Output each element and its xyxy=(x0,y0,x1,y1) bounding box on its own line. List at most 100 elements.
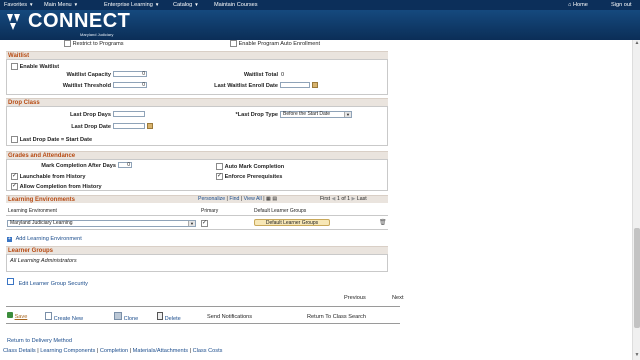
enforce-prereq-checkbox[interactable] xyxy=(216,172,223,180)
clone-icon xyxy=(114,312,122,320)
footer-tab-links: Class Details | Learning Components | Co… xyxy=(3,348,223,354)
last-drop-date-input[interactable] xyxy=(113,123,145,129)
class-costs-link[interactable]: Class Costs xyxy=(193,348,223,354)
restrict-programs-checkbox[interactable] xyxy=(64,40,71,47)
learner-groups-section-title: Learner Groups xyxy=(6,246,388,254)
save-button[interactable]: Save xyxy=(7,312,27,320)
nav-enterprise-learning[interactable]: Enterprise Learning ▼ xyxy=(104,0,159,10)
delete-label: Delete xyxy=(164,316,181,322)
primary-checkbox-cell xyxy=(201,219,208,227)
allow-completion-label: Allow Completion from History xyxy=(19,183,102,190)
create-new-label: Create New xyxy=(53,316,84,322)
waitlist-threshold-input[interactable]: 0 xyxy=(113,82,147,88)
calendar-icon[interactable] xyxy=(147,123,153,129)
mark-completion-after-input[interactable]: 0 xyxy=(118,162,132,168)
pager-count: 1 of 1 xyxy=(337,196,350,202)
next-arrow-icon[interactable]: ▶ xyxy=(351,196,355,202)
chevron-down-icon: ▼ xyxy=(344,112,351,117)
new-document-icon xyxy=(45,312,52,320)
delete-row-icon[interactable]: 🗑 xyxy=(379,219,387,226)
waitlist-capacity-label: Waitlist Capacity xyxy=(66,72,111,78)
last-drop-days-label: Last Drop Days xyxy=(69,112,111,118)
grid-icon[interactable]: ▦ xyxy=(266,196,271,202)
send-notifications-button[interactable]: Send Notifications xyxy=(207,314,252,320)
chevron-down-icon: ▼ xyxy=(194,2,199,7)
previous-link[interactable]: Previous xyxy=(344,295,366,301)
launchable-label: Launchable from History xyxy=(19,173,86,180)
nav-catalog[interactable]: Catalog ▼ xyxy=(173,0,199,10)
allow-completion-checkbox[interactable] xyxy=(11,182,18,190)
sign-out-link[interactable]: Sign out xyxy=(611,0,632,10)
last-waitlist-enroll-date-input[interactable] xyxy=(280,82,310,88)
enable-waitlist-label: Enable Waitlist xyxy=(19,63,60,70)
last-drop-type-select[interactable]: Before the Start Date ▼ xyxy=(280,111,352,118)
first-link[interactable]: First xyxy=(320,196,330,202)
auto-enroll-row: Enable Program Auto Enrollment xyxy=(230,40,320,47)
add-learning-env-row[interactable]: + Add Learning Environment xyxy=(7,236,82,242)
scrollbar-thumb[interactable] xyxy=(634,228,640,328)
view-all-link[interactable]: View All xyxy=(244,196,262,202)
nav-main-menu[interactable]: Main Menu ▼ xyxy=(44,0,78,10)
materials-attachments-link[interactable]: Materials/Attachments xyxy=(133,348,188,354)
primary-checkbox[interactable] xyxy=(201,219,208,227)
chevron-down-icon: ▼ xyxy=(29,2,34,7)
waitlist-section-title: Waitlist xyxy=(6,51,388,59)
return-delivery-link[interactable]: Return to Delivery Method xyxy=(7,338,72,344)
clone-button[interactable]: Clone xyxy=(114,312,138,322)
default-learner-groups-button[interactable]: Default Learner Groups xyxy=(254,219,330,226)
home-link[interactable]: ⌂ Home xyxy=(568,0,588,10)
enable-waitlist-checkbox[interactable] xyxy=(11,63,18,70)
scroll-down-icon[interactable]: ▼ xyxy=(634,352,640,358)
waitlist-total-label: Waitlist Total xyxy=(243,72,278,78)
nav-main-menu-label: Main Menu xyxy=(44,2,72,8)
personalize-link[interactable]: Personalize xyxy=(198,196,225,202)
nav-favorites-label: Favorites xyxy=(4,2,28,8)
next-link[interactable]: Next xyxy=(392,295,404,301)
download-icon[interactable]: ▤ xyxy=(272,196,277,202)
nav-favorites[interactable]: Favorites ▼ xyxy=(4,0,33,10)
nav-maintain-courses[interactable]: Maintain Courses xyxy=(214,0,258,10)
completion-link[interactable]: Completion xyxy=(100,348,128,354)
find-link[interactable]: Find xyxy=(229,196,239,202)
learning-env-value: Maryland Judiciary Learning xyxy=(10,220,73,226)
col-header-groups: Default Learner Groups xyxy=(254,208,307,214)
learning-env-pager: First ◀ 1 of 1 ▶ Last xyxy=(320,196,367,202)
class-details-link[interactable]: Class Details xyxy=(3,348,36,354)
return-to-search-button[interactable]: Return To Class Search xyxy=(307,314,366,320)
delete-button[interactable]: Delete xyxy=(157,312,181,322)
add-learning-env-link[interactable]: Add Learning Environment xyxy=(16,236,82,242)
drop-equal-start-checkbox[interactable] xyxy=(11,136,18,143)
logo-text: CONNECT xyxy=(28,10,131,32)
action-divider-top xyxy=(6,306,400,307)
learning-components-link[interactable]: Learning Components xyxy=(40,348,95,354)
waitlist-capacity-input[interactable]: 0 xyxy=(113,71,147,77)
clone-label: Clone xyxy=(123,316,139,322)
last-link[interactable]: Last xyxy=(357,196,367,202)
edit-icon xyxy=(7,278,14,285)
drop-equal-start-row: Last Drop Date = Start Date xyxy=(11,136,92,143)
enforce-prereq-label: Enforce Prerequisites xyxy=(224,173,283,180)
learning-env-select[interactable]: Maryland Judiciary Learning ▼ xyxy=(7,220,196,227)
scroll-up-icon[interactable]: ▲ xyxy=(634,40,640,46)
previous-arrow-icon[interactable]: ◀ xyxy=(332,196,336,202)
trash-icon xyxy=(157,312,163,320)
calendar-icon[interactable] xyxy=(312,82,318,88)
edit-learner-group-link[interactable]: Edit Learner Group Security xyxy=(19,281,88,287)
launchable-checkbox[interactable] xyxy=(11,172,18,180)
learning-env-title: Learning Environments xyxy=(8,197,76,203)
last-drop-type-label: *Last Drop Type xyxy=(235,112,278,118)
learning-env-grid-toolbar: Personalize | Find | View All | ▦ ▤ xyxy=(198,196,278,202)
drop-equal-start-label: Last Drop Date = Start Date xyxy=(19,136,93,143)
enable-waitlist-row: Enable Waitlist xyxy=(11,63,59,70)
vertical-scrollbar[interactable]: ▲ ▼ xyxy=(632,40,640,360)
action-divider-bottom xyxy=(6,323,400,324)
edit-learner-group-row[interactable]: Edit Learner Group Security xyxy=(7,278,88,287)
auto-mark-checkbox[interactable] xyxy=(216,163,223,170)
create-new-button[interactable]: Create New xyxy=(45,312,83,322)
chevron-down-icon: ▼ xyxy=(188,221,195,226)
add-icon: + xyxy=(7,236,12,242)
logo-icon xyxy=(7,14,20,30)
top-navigation-bar: Favorites ▼ Main Menu ▼ Enterprise Learnin… xyxy=(0,0,640,10)
auto-enroll-checkbox[interactable] xyxy=(230,40,237,47)
last-drop-days-input[interactable] xyxy=(113,111,145,117)
